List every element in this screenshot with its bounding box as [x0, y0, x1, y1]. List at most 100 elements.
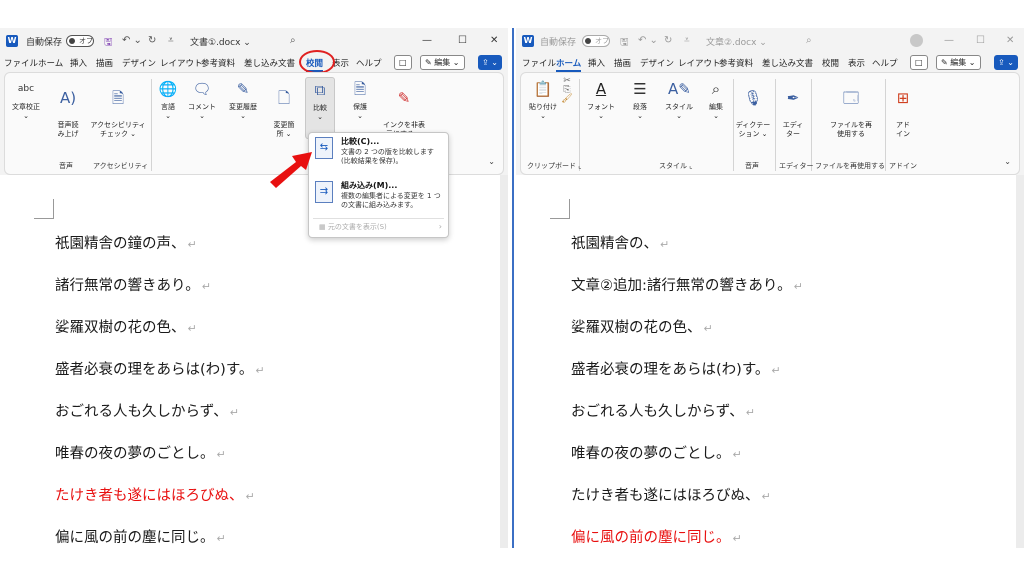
paragraph-button[interactable]: ☰ 段落 ⌄: [625, 77, 655, 121]
document-title[interactable]: 文章②.docx ⌄: [706, 35, 767, 48]
customize-icon[interactable]: ⩡: [684, 35, 690, 46]
collapse-ribbon-icon[interactable]: ⌄: [1004, 157, 1011, 166]
menu-layout[interactable]: レイアウト: [678, 57, 721, 69]
compare-button[interactable]: ⧉ 比較 ⌄: [305, 77, 335, 139]
language-label: 言語: [161, 103, 175, 111]
changes-label: 変更箇 所 ⌄: [273, 121, 295, 138]
minimize-button[interactable]: —: [422, 35, 432, 46]
search-icon[interactable]: ⌕: [290, 35, 296, 46]
menu-mailings[interactable]: 差し込み文書: [762, 57, 813, 69]
read-aloud-button[interactable]: A) 音声読 み上げ: [53, 77, 83, 139]
document-page[interactable]: 祇園精舎の、 ↵ 文章②追加:諸行無常の響きあり。 ↵ 娑羅双樹の花の色、 ↵ 盛者必…: [516, 175, 1016, 548]
close-button[interactable]: ✕: [490, 35, 498, 46]
editing-button[interactable]: ✎ 編集 ⌄: [420, 55, 465, 70]
menu-review[interactable]: 校閲: [822, 57, 839, 69]
language-button[interactable]: 🌐 言語 ⌄: [155, 77, 181, 121]
share-button[interactable]: ⇪ ⌄: [478, 55, 502, 70]
menu-help[interactable]: ヘルプ: [872, 57, 898, 69]
vertical-scrollbar[interactable]: [500, 175, 508, 548]
editing-group-button[interactable]: ⌕ 編集 ⌄: [703, 77, 729, 121]
customize-icon[interactable]: ⩡: [168, 35, 174, 46]
menu-mailings[interactable]: 差し込み文書: [244, 57, 295, 69]
undo-icon[interactable]: ↶ ⌄: [638, 35, 658, 46]
document-title[interactable]: 文書①.docx ⌄: [190, 35, 251, 48]
menu-insert[interactable]: 挿入: [70, 57, 87, 69]
menu-home[interactable]: ホーム: [556, 57, 582, 72]
accessibility-button[interactable]: 🗎 アクセシビリティ チェック ⌄: [89, 77, 147, 139]
changes-button[interactable]: 🗋 変更箇 所 ⌄: [267, 77, 301, 139]
menu-layout[interactable]: レイアウト: [160, 57, 203, 69]
maximize-button[interactable]: ☐: [458, 35, 467, 46]
menu-bar: ファイル ホーム 挿入 描画 デザイン レイアウト 参考資料 差し込み文書 校閲…: [516, 54, 1024, 72]
share-button[interactable]: ⇪ ⌄: [994, 55, 1018, 70]
reuse-file-button[interactable]: 🗔 ファイルを再 使用する: [821, 77, 881, 139]
menu-view[interactable]: 表示: [848, 57, 865, 69]
search-icon[interactable]: ⌕: [806, 35, 812, 46]
show-source-menu-item[interactable]: ▦ 元の文書を表示(S): [319, 222, 387, 232]
menu-bar: ファイル ホーム 挿入 描画 デザイン レイアウト 参考資料 差し込み文書 校閲…: [0, 50, 508, 74]
group-separator: [811, 79, 812, 171]
dictation-button[interactable]: 🎙 ディクテー ション ⌄: [735, 77, 771, 139]
menu-insert[interactable]: 挿入: [588, 57, 605, 69]
autosave-label: 自動保存: [26, 38, 63, 48]
autosave-toggle[interactable]: オフ: [66, 35, 94, 47]
group-label-addin: アドイン: [889, 162, 917, 170]
menu-design[interactable]: デザイン: [122, 57, 156, 69]
hide-ink-icon: ✎: [397, 89, 411, 107]
menu-design[interactable]: デザイン: [640, 57, 674, 69]
compare-menu-item[interactable]: ⇆ 比較(C)... 文書の 2 つの版を比較します (比較結果を保存)。: [309, 133, 448, 175]
proofing-label: 文章校正: [12, 103, 40, 111]
save-icon[interactable]: 🖫: [104, 35, 113, 52]
bottom-margin: [0, 548, 1024, 576]
menu-home[interactable]: ホーム: [38, 57, 63, 69]
word-window-right: W 自動保存 オフ 🖫 ↶ ⌄ ↻ ⩡ 文章②.docx ⌄ ⌕ — ☐ ✕ フ…: [516, 28, 1024, 548]
doc-line: 文章②追加:諸行無常の響きあり。 ↵: [571, 278, 803, 294]
font-button[interactable]: A フォント ⌄: [583, 77, 619, 121]
addin-grid-icon: ⊞: [896, 89, 910, 107]
undo-icon[interactable]: ↶ ⌄: [122, 35, 142, 46]
comment-button[interactable]: 🗨 コメント ⌄: [187, 77, 217, 121]
hide-ink-button[interactable]: ✎ インクを非表 示にする ⌄: [379, 77, 429, 139]
menu-help[interactable]: ヘルプ: [356, 57, 382, 69]
group-separator: [579, 79, 580, 171]
protect-button[interactable]: 🗎 保護 ⌄: [345, 77, 375, 121]
save-icon[interactable]: 🖫: [620, 35, 629, 52]
autosave-toggle[interactable]: オフ: [582, 35, 610, 47]
redo-icon[interactable]: ↻: [148, 35, 156, 46]
addin-button[interactable]: ⊞ アド イン: [889, 77, 917, 139]
doc-line: 娑羅双樹の花の色、 ↵: [55, 320, 197, 336]
style-button[interactable]: A✎ スタイル ⌄: [661, 77, 697, 121]
cut-copy-buttons[interactable]: ✂ ⎘ 🖌: [561, 77, 573, 104]
dictation-label: ディクテー ション ⌄: [735, 121, 771, 138]
maximize-button[interactable]: ☐: [976, 35, 985, 46]
menu-file[interactable]: ファイル: [522, 57, 556, 69]
doc-line-highlighted: たけき者も遂にはほろびぬ、 ↵: [55, 488, 255, 504]
microphone-icon: 🎙: [743, 89, 763, 107]
redo-icon[interactable]: ↻: [664, 35, 672, 46]
track-changes-button[interactable]: ✎ 変更履歴 ⌄: [223, 77, 263, 121]
menu-draw[interactable]: 描画: [96, 57, 113, 69]
combine-menu-item[interactable]: ⇉ 組み込み(M)... 複数の編集者による変更を 1 つの文書に組み込みます。: [309, 177, 448, 217]
menu-references[interactable]: 参考資料: [201, 57, 235, 69]
protect-icon: 🗎: [353, 80, 367, 98]
editing-button[interactable]: ✎ 編集 ⌄: [936, 55, 981, 70]
collapse-ribbon-icon[interactable]: ⌄: [488, 157, 495, 166]
minimize-button[interactable]: —: [944, 35, 954, 46]
protect-label: 保護: [353, 103, 367, 111]
vertical-scrollbar[interactable]: [1016, 175, 1024, 548]
title-bar: W 自動保存 オフ 🖫 ↶ ⌄ ↻ ⩡ 文章②.docx ⌄ ⌕ — ☐ ✕: [516, 28, 1024, 54]
comments-button[interactable]: □: [910, 55, 928, 70]
paste-button[interactable]: 📋 貼り付け ⌄: [525, 77, 561, 121]
menu-file[interactable]: ファイル: [4, 57, 38, 69]
group-separator: [885, 79, 886, 171]
proofing-button[interactable]: abc 文章校正 ⌄: [9, 77, 43, 121]
avatar[interactable]: [910, 34, 923, 47]
word-logo-icon: W: [522, 35, 534, 47]
format-painter-icon: 🖌: [561, 94, 573, 104]
menu-references[interactable]: 参考資料: [719, 57, 753, 69]
comments-button[interactable]: □: [394, 55, 412, 70]
close-button[interactable]: ✕: [1006, 35, 1014, 46]
editor-button[interactable]: ✒ エディ ター: [779, 77, 807, 139]
menu-draw[interactable]: 描画: [614, 57, 631, 69]
title-bar: W 自動保存 オフ 🖫 ↶ ⌄ ↻ ⩡ 文書①.docx ⌄ ⌕ — ☐ ✕: [0, 28, 508, 54]
